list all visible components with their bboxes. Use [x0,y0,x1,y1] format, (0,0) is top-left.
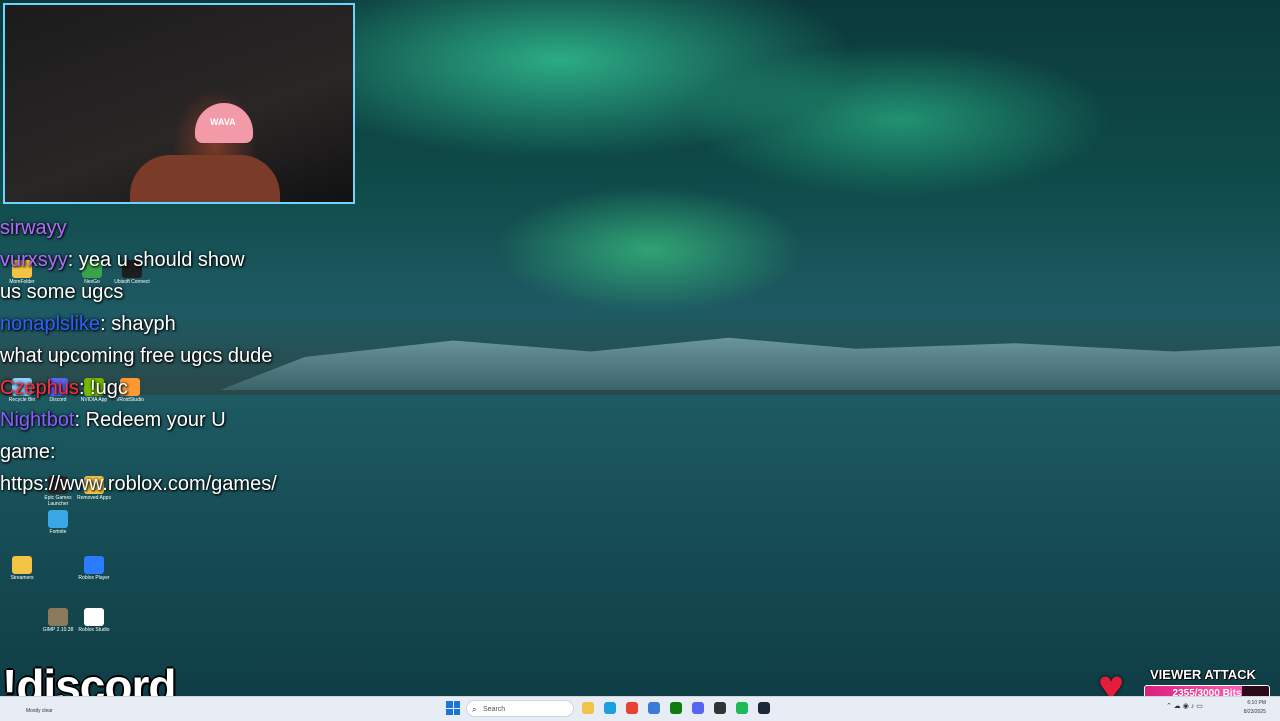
app-icon [84,608,104,626]
taskbar-search-input[interactable]: ⌕ Search [466,700,574,717]
weather-widget[interactable]: Mostly clear [26,708,53,714]
desktop-icon[interactable]: Streamers [0,556,44,581]
chat-message: us some ugcs [0,281,124,303]
taskbar-discord-icon[interactable] [692,702,704,714]
webcam-overlay: WAVA [3,3,355,204]
chat-message: https://www.roblox.com/games/ [0,473,277,495]
start-button[interactable] [446,701,460,715]
chat-line: Czephus: !ugc [0,377,128,399]
chat-username: vurxsyy [0,249,68,271]
taskbar-steam-icon[interactable] [758,702,770,714]
taskbar-chrome-icon[interactable] [626,702,638,714]
chat-line: us some ugcs [0,276,340,308]
chat-username: sirwayy [0,217,67,239]
desktop-icon[interactable]: Roblox Studio [72,608,116,633]
chat-line: nonaplslike: shayph [0,313,176,335]
chat-line: Nightbot: Redeem your U [0,409,226,431]
taskbar-clock[interactable]: 6:10 PM 8/23/2025 [1244,699,1266,717]
viewer-attack-title: VIEWER ATTACK [1150,667,1256,682]
chat-username: Czephus [0,377,79,399]
chat-line: vurxsyy: yea u should show [0,249,245,271]
chat-line: game: [0,436,340,468]
windows-logo-icon [446,701,453,708]
desktop-icon[interactable]: Roblox Player [72,556,116,581]
taskbar-edge-icon[interactable] [604,702,616,714]
taskbar-obs-icon[interactable] [714,702,726,714]
chat-line: sirwayy [0,212,340,244]
taskbar-store-icon[interactable] [648,702,660,714]
clock-time: 6:10 PM [1247,700,1266,706]
system-tray[interactable]: ⌃ ☁ ◉ ♪ ▭ [1166,702,1203,710]
taskbar-xbox-icon[interactable] [670,702,682,714]
desktop-icon[interactable]: Fortnite [36,510,80,535]
clock-date: 8/23/2025 [1243,709,1266,715]
desktop-icon-label: Roblox Studio [78,627,110,633]
streamer-shirt [130,155,280,202]
taskbar-spotify-icon[interactable] [736,702,748,714]
chat-message: shayph [111,313,176,335]
chat-message: yea u should show [78,249,245,271]
search-icon: ⌕ [472,705,477,714]
chat-message: game: [0,441,56,463]
app-icon [12,556,32,574]
cap-logo-text: WAVA [210,117,236,127]
chat-username: nonaplslike [0,313,101,335]
desktop-icon-label: Roblox Player [78,575,110,581]
chat-message: what upcoming free ugcs dude [0,345,273,367]
app-icon [84,556,104,574]
chat-line: what upcoming free ugcs dude [0,340,340,372]
chat-message: Redeem your U [85,409,226,431]
chat-message: !ugc [90,377,128,399]
chat-overlay: sirwayy vurxsyy: yea u should show us some… [0,212,340,500]
desktop-icon-label: Streamers [10,575,34,581]
search-placeholder: Search [483,706,506,713]
desktop-icon-label: Fortnite [49,529,67,535]
taskbar: Mostly clear ⌕ Search ⌃ ☁ ◉ ♪ ▭ 6:10 PM … [0,696,1280,721]
taskbar-file-explorer-icon[interactable] [582,702,594,714]
app-icon [48,510,68,528]
chat-username: Nightbot [0,409,75,431]
chat-line: https://www.roblox.com/games/ [0,468,340,500]
app-icon [48,608,68,626]
